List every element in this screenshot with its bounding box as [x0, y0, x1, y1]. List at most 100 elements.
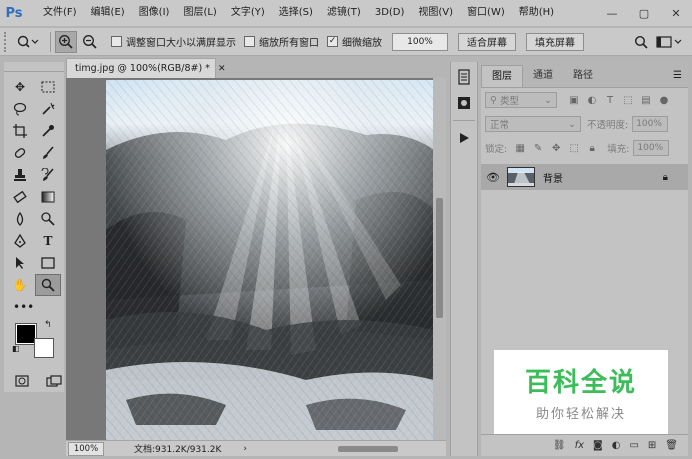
type-tool-icon[interactable]: T: [35, 230, 61, 252]
menu-filter[interactable]: 滤镜(T): [320, 0, 368, 26]
zoom-tool-preset-icon[interactable]: [10, 31, 46, 53]
background-color-swatch[interactable]: [34, 338, 54, 358]
blur-tool-icon[interactable]: [7, 208, 33, 230]
lock-all-icon[interactable]: 🔒︎: [583, 143, 601, 154]
zoom-all-label: 缩放所有窗口: [259, 38, 319, 49]
scrubby-zoom-checkbox[interactable]: ✓ 细微缩放: [327, 34, 382, 49]
eyedropper-icon[interactable]: [35, 120, 61, 142]
panel-menu-icon[interactable]: ☰: [667, 65, 688, 87]
zoom-tool-icon[interactable]: [35, 274, 61, 296]
history-panel-icon[interactable]: [451, 66, 477, 88]
layer-filter-select[interactable]: ⚲ 类型 ⌄: [485, 92, 557, 108]
close-button[interactable]: ✕: [660, 0, 692, 26]
adjustment-layer-icon[interactable]: ◐: [612, 440, 621, 451]
foreground-color-swatch[interactable]: [15, 323, 37, 345]
lock-artboard-icon[interactable]: ⬚: [565, 143, 583, 154]
menu-edit[interactable]: 编辑(E): [84, 0, 132, 26]
zoom-value-field[interactable]: 100%: [392, 32, 448, 51]
marquee-tool-icon[interactable]: [35, 76, 61, 98]
healing-brush-icon[interactable]: [7, 142, 33, 164]
add-mask-icon[interactable]: ◙: [593, 440, 603, 451]
maximize-button[interactable]: ▢: [628, 0, 660, 26]
pen-tool-icon[interactable]: [7, 230, 33, 252]
vertical-scroll-thumb[interactable]: [436, 198, 443, 318]
crop-tool-icon[interactable]: [7, 120, 33, 142]
lock-position-icon[interactable]: ✥: [547, 143, 565, 154]
blend-mode-select[interactable]: 正常 ⌄: [485, 116, 581, 132]
filter-toggle-icon[interactable]: ●: [655, 95, 673, 106]
collapsed-panel-dock: [450, 62, 478, 456]
screen-mode-icon[interactable]: [44, 370, 64, 392]
chevron-right-icon[interactable]: ›: [243, 444, 247, 454]
resize-windows-checkbox[interactable]: 调整窗口大小以满屏显示: [111, 34, 236, 49]
default-colors-icon[interactable]: ◧: [12, 344, 20, 353]
move-tool-icon[interactable]: ✥: [7, 76, 33, 98]
history-brush-icon[interactable]: [35, 164, 61, 186]
layer-row[interactable]: 👁︎ 背景 🔒︎: [481, 164, 688, 190]
workspace-switcher-icon[interactable]: [654, 31, 686, 53]
menu-type[interactable]: 文字(Y): [224, 0, 272, 26]
tab-paths[interactable]: 路径: [563, 65, 603, 87]
more-tools-icon[interactable]: •••: [7, 300, 61, 318]
layer-thumbnail: [507, 167, 535, 187]
opacity-field[interactable]: 100%: [632, 116, 669, 132]
filter-adjustment-icon[interactable]: ◐: [583, 95, 601, 106]
new-group-icon[interactable]: ▭: [629, 440, 638, 451]
dodge-tool-icon[interactable]: [35, 208, 61, 230]
tab-channels[interactable]: 通道: [523, 65, 563, 87]
magic-wand-icon[interactable]: [35, 98, 61, 120]
vertical-scrollbar[interactable]: [433, 78, 446, 440]
fill-screen-button[interactable]: 填充屏幕: [526, 32, 584, 51]
lock-transparent-icon[interactable]: ▦: [511, 143, 529, 154]
blend-mode-value: 正常: [490, 120, 510, 131]
menu-view[interactable]: 视图(V): [411, 0, 460, 26]
path-selection-icon[interactable]: [7, 252, 33, 274]
zoom-out-icon[interactable]: [79, 31, 101, 53]
filter-type-icon[interactable]: T: [601, 95, 619, 106]
actions-play-icon[interactable]: [451, 127, 477, 149]
zoom-in-icon[interactable]: [55, 30, 77, 53]
document-tab[interactable]: timg.jpg @ 100%(RGB/8#) * ✕: [66, 58, 225, 78]
tab-layers[interactable]: 图层: [481, 65, 523, 87]
menu-help[interactable]: 帮助(H): [512, 0, 561, 26]
menu-3d[interactable]: 3D(D): [368, 0, 412, 26]
clone-stamp-icon[interactable]: [7, 164, 33, 186]
menu-file[interactable]: 文件(F): [36, 0, 84, 26]
layer-style-icon[interactable]: fx: [575, 440, 584, 451]
toolbar-bottom: [12, 370, 64, 392]
link-layers-icon[interactable]: ⛓: [553, 440, 566, 451]
swap-colors-icon[interactable]: ↰: [44, 320, 52, 330]
menu-window[interactable]: 窗口(W): [460, 0, 512, 26]
menu-image[interactable]: 图像(I): [132, 0, 177, 26]
fit-screen-button[interactable]: 适合屏幕: [458, 32, 516, 51]
zoom-level-field[interactable]: 100%: [68, 441, 104, 456]
properties-panel-icon[interactable]: [451, 92, 477, 114]
menu-select[interactable]: 选择(S): [272, 0, 320, 26]
zoom-all-checkbox[interactable]: 缩放所有窗口: [244, 34, 319, 49]
quick-mask-icon[interactable]: [12, 370, 32, 392]
eye-icon[interactable]: 👁︎: [481, 171, 505, 184]
canvas-area[interactable]: [66, 78, 446, 440]
filter-pixel-icon[interactable]: ▣: [565, 95, 583, 106]
horizontal-scroll-thumb[interactable]: [338, 446, 398, 452]
rectangle-tool-icon[interactable]: [35, 252, 61, 274]
lasso-tool-icon[interactable]: [7, 98, 33, 120]
document-image[interactable]: [106, 80, 434, 440]
delete-layer-icon[interactable]: 🗑︎: [665, 440, 678, 451]
hand-tool-icon[interactable]: ✋: [7, 274, 33, 296]
brush-tool-icon[interactable]: [35, 142, 61, 164]
layer-filter-row: ⚲ 类型 ⌄ ▣ ◐ T ⬚ ▤ ●: [481, 88, 688, 112]
eraser-tool-icon[interactable]: [7, 186, 33, 208]
close-tab-icon[interactable]: ✕: [218, 64, 226, 74]
lock-image-icon[interactable]: ✎: [529, 143, 547, 154]
filter-smart-object-icon[interactable]: ▤: [637, 95, 655, 106]
tools-panel-header[interactable]: [4, 62, 64, 72]
menu-layer[interactable]: 图层(L): [176, 0, 223, 26]
new-layer-icon[interactable]: ⊞: [648, 440, 656, 451]
gradient-tool-icon[interactable]: [35, 186, 61, 208]
fill-field[interactable]: 100%: [633, 140, 670, 156]
minimize-button[interactable]: —: [596, 0, 628, 26]
search-icon[interactable]: [630, 31, 652, 53]
filter-shape-icon[interactable]: ⬚: [619, 95, 637, 106]
horizontal-scrollbar[interactable]: [328, 443, 438, 455]
